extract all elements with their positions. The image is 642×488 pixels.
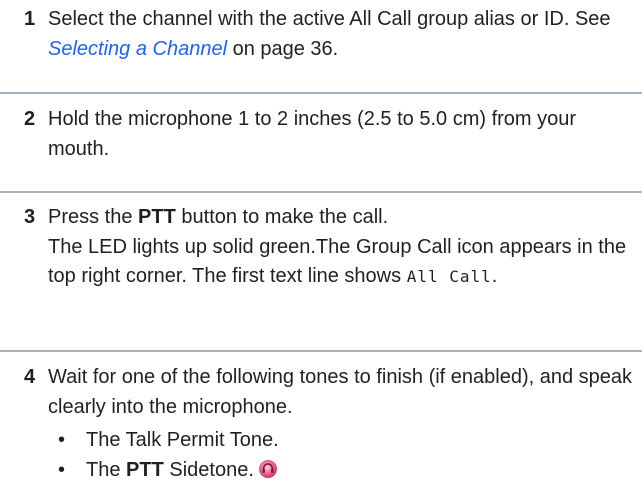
step-number: 1 bbox=[24, 8, 36, 30]
ptt-button-label: PTT bbox=[138, 206, 176, 228]
step-text: Select the channel with the active All C… bbox=[48, 5, 634, 64]
step-text-part: Select the channel with the active All C… bbox=[48, 8, 611, 30]
list-item-text-part: Sidetone. bbox=[163, 459, 254, 481]
divider bbox=[0, 350, 642, 352]
list-item: • The Talk Permit Tone. bbox=[48, 425, 634, 455]
step-text-part: . bbox=[491, 265, 498, 287]
list-item-text: The Talk Permit Tone. bbox=[86, 429, 279, 451]
cross-reference-link[interactable]: Selecting a Channel bbox=[48, 38, 227, 60]
divider bbox=[0, 191, 642, 193]
ptt-label: PTT bbox=[126, 459, 164, 481]
step-text-part: button to make the call. bbox=[175, 206, 389, 228]
step-text-part: The LED lights up solid green.The Group … bbox=[48, 235, 627, 288]
divider bbox=[0, 92, 642, 94]
step-number: 2 bbox=[24, 108, 36, 130]
step-text: Wait for one of the following tones to f… bbox=[48, 366, 633, 418]
display-text: All Call bbox=[406, 267, 492, 286]
list-item: • The PTT Sidetone. bbox=[48, 455, 634, 485]
step-text-part: on page 36. bbox=[227, 37, 339, 60]
bullet: • bbox=[58, 429, 66, 451]
list-item-text-part: The bbox=[86, 459, 127, 481]
step-number: 4 bbox=[24, 366, 36, 388]
step-number: 3 bbox=[24, 206, 36, 228]
step-text: Hold the microphone 1 to 2 inches (2.5 t… bbox=[48, 108, 577, 160]
bullet: • bbox=[58, 459, 66, 481]
step-text: Press the PTT button to make the call. Th… bbox=[48, 203, 634, 292]
tone-list: • The Talk Permit Tone. • The PTT Sideto… bbox=[48, 425, 634, 485]
list-item-text: The PTT Sidetone. bbox=[86, 455, 278, 488]
step-text-part: Press the bbox=[48, 206, 139, 228]
